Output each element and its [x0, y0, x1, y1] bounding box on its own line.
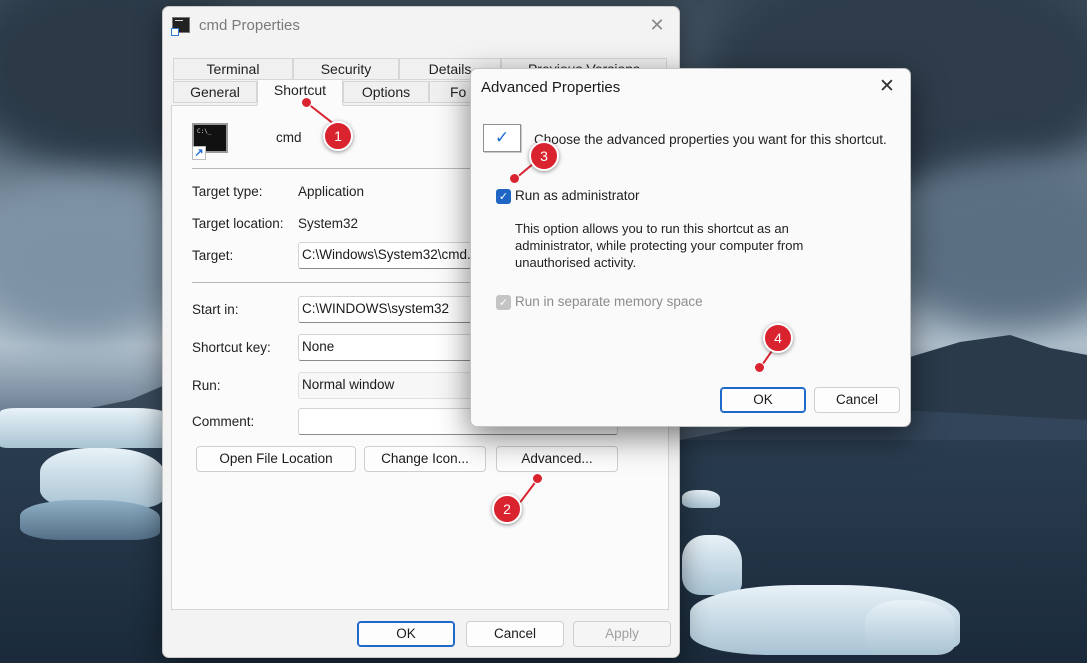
callout-dot	[532, 473, 543, 484]
tab-terminal[interactable]: Terminal	[173, 58, 293, 80]
close-icon[interactable]: ✕	[647, 15, 667, 35]
properties-ok-button[interactable]: OK	[357, 621, 455, 647]
separate-memory-label: Run in separate memory space	[515, 294, 703, 309]
shortcut-key-field[interactable]: None	[298, 334, 478, 361]
checkmark-icon: ✓	[483, 124, 521, 152]
target-label: Target:	[192, 248, 234, 263]
run-label: Run:	[192, 378, 221, 393]
callout-badge: 2	[492, 494, 522, 524]
target-location-label: Target location:	[192, 216, 284, 231]
advanced-properties-dialog: Advanced Properties ✕ ✓ Choose the advan…	[470, 68, 911, 427]
dialog-cancel-button[interactable]: Cancel	[814, 387, 900, 413]
tab-general[interactable]: General	[173, 81, 257, 103]
properties-apply-button[interactable]: Apply	[573, 621, 671, 647]
shortcut-key-label: Shortcut key:	[192, 340, 271, 355]
callout-dot	[754, 362, 765, 373]
dialog-ok-button[interactable]: OK	[720, 387, 806, 413]
separate-memory-checkbox[interactable]: ✓	[496, 295, 511, 310]
close-icon[interactable]: ✕	[876, 76, 898, 98]
change-icon-button[interactable]: Change Icon...	[364, 446, 486, 472]
tab-security[interactable]: Security	[293, 58, 399, 80]
callout-badge: 4	[763, 323, 793, 353]
target-type-value: Application	[298, 184, 365, 199]
start-in-field[interactable]: C:\WINDOWS\system32	[298, 296, 478, 323]
target-location-value: System32	[298, 216, 359, 231]
advanced-button[interactable]: Advanced...	[496, 446, 618, 472]
window-title: cmd Properties	[199, 17, 300, 34]
cmd-title-icon	[171, 17, 190, 36]
start-in-label: Start in:	[192, 302, 239, 317]
run-as-admin-label: Run as administrator	[515, 188, 640, 203]
callout-dot	[301, 97, 312, 108]
callout-badge: 3	[529, 141, 559, 171]
run-as-admin-description: This option allows you to run this short…	[515, 221, 804, 270]
comment-label: Comment:	[192, 414, 255, 429]
properties-cancel-button[interactable]: Cancel	[466, 621, 564, 647]
callout-badge: 1	[323, 121, 353, 151]
cmd-shortcut-icon: C:\_ ↗	[192, 123, 228, 160]
dialog-header-text: Choose the advanced properties you want …	[534, 132, 887, 147]
target-type-label: Target type:	[192, 184, 263, 199]
run-select[interactable]: Normal window	[298, 372, 478, 399]
tab-shortcut[interactable]: Shortcut	[257, 79, 343, 106]
shortcut-name: cmd	[276, 130, 302, 145]
tab-options[interactable]: Options	[343, 81, 429, 103]
dialog-title: Advanced Properties	[481, 79, 621, 96]
title-bar: cmd Properties ✕	[163, 7, 679, 45]
run-as-admin-checkbox[interactable]: ✓	[496, 189, 511, 204]
target-field[interactable]: C:\Windows\System32\cmd.e	[298, 242, 478, 269]
callout-dot	[509, 173, 520, 184]
open-file-location-button[interactable]: Open File Location	[196, 446, 356, 472]
